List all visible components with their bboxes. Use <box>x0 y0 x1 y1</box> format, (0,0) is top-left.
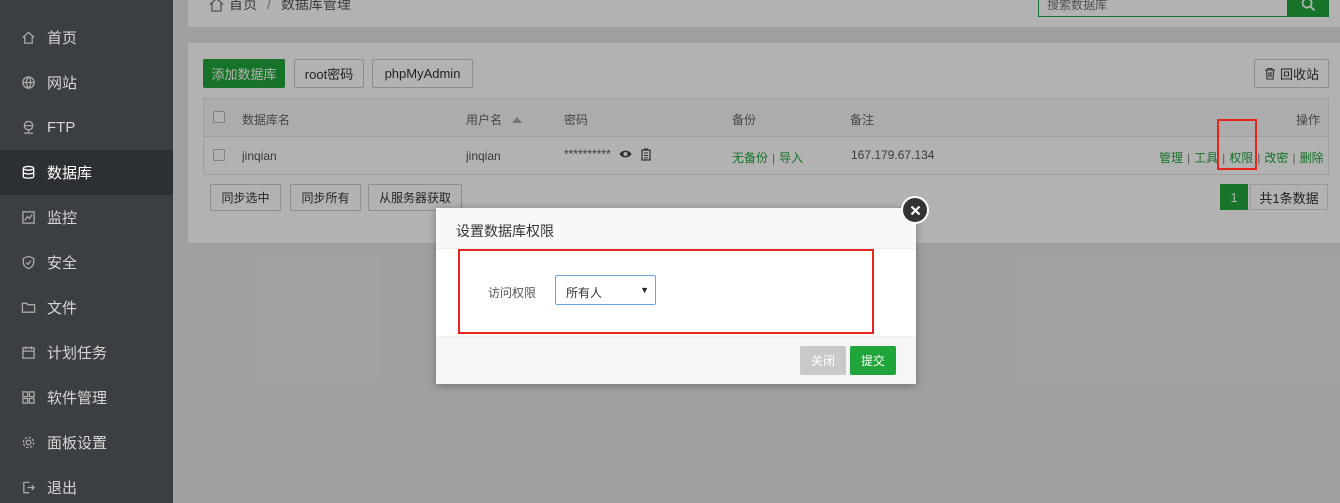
gear-icon <box>20 435 36 451</box>
sidebar-item-cron[interactable]: 计划任务 <box>0 330 173 375</box>
highlight-box-form <box>458 249 874 334</box>
monitor-icon <box>20 210 36 226</box>
permission-dialog: 设置数据库权限 访问权限 所有人 ▼ 关闭 提交 <box>436 208 916 384</box>
database-icon <box>20 165 36 181</box>
sidebar-item-label: 计划任务 <box>47 345 108 362</box>
sidebar-item-ftp[interactable]: FTP <box>0 105 173 150</box>
submit-button[interactable]: 提交 <box>850 346 896 375</box>
highlight-box-permission <box>1217 119 1257 170</box>
calendar-icon <box>20 345 36 361</box>
apps-icon <box>20 390 36 406</box>
sidebar-item-label: 数据库 <box>47 165 93 182</box>
sidebar-item-security[interactable]: 安全 <box>0 240 173 285</box>
sidebar-item-label: 首页 <box>47 30 78 47</box>
globe-icon <box>20 75 36 91</box>
logout-icon <box>20 480 36 496</box>
sidebar-item-software[interactable]: 软件管理 <box>0 375 173 420</box>
folder-icon <box>20 300 36 316</box>
sidebar-item-label: 软件管理 <box>47 390 108 407</box>
sidebar-item-logout[interactable]: 退出 <box>0 465 173 503</box>
dialog-footer: 关闭 提交 <box>436 336 916 384</box>
sidebar-item-settings[interactable]: 面板设置 <box>0 420 173 465</box>
sidebar-item-label: 文件 <box>47 300 78 317</box>
sidebar-item-label: 安全 <box>47 255 78 272</box>
sidebar-item-label: 面板设置 <box>47 435 108 452</box>
home-icon <box>20 30 36 46</box>
sidebar-item-label: 退出 <box>47 480 78 497</box>
ftp-icon <box>20 120 36 136</box>
dialog-title: 设置数据库权限 <box>436 208 916 249</box>
sidebar-item-label: FTP <box>47 119 76 136</box>
sidebar-item-label: 监控 <box>47 210 78 227</box>
sidebar-item-files[interactable]: 文件 <box>0 285 173 330</box>
close-icon <box>910 205 920 215</box>
shield-icon <box>20 255 36 271</box>
close-button[interactable]: 关闭 <box>800 346 846 375</box>
sidebar-item-monitor[interactable]: 监控 <box>0 195 173 240</box>
sidebar-item-label: 网站 <box>47 75 78 92</box>
dialog-close-button[interactable] <box>901 196 929 224</box>
sidebar-item-database[interactable]: 数据库 <box>0 150 173 195</box>
sidebar: 首页 网站 FTP 数据库 监控 安全 文件 计划任务 软件管理 面板设置 退出 <box>0 0 173 503</box>
sidebar-item-website[interactable]: 网站 <box>0 60 173 105</box>
sidebar-item-home[interactable]: 首页 <box>0 15 173 60</box>
